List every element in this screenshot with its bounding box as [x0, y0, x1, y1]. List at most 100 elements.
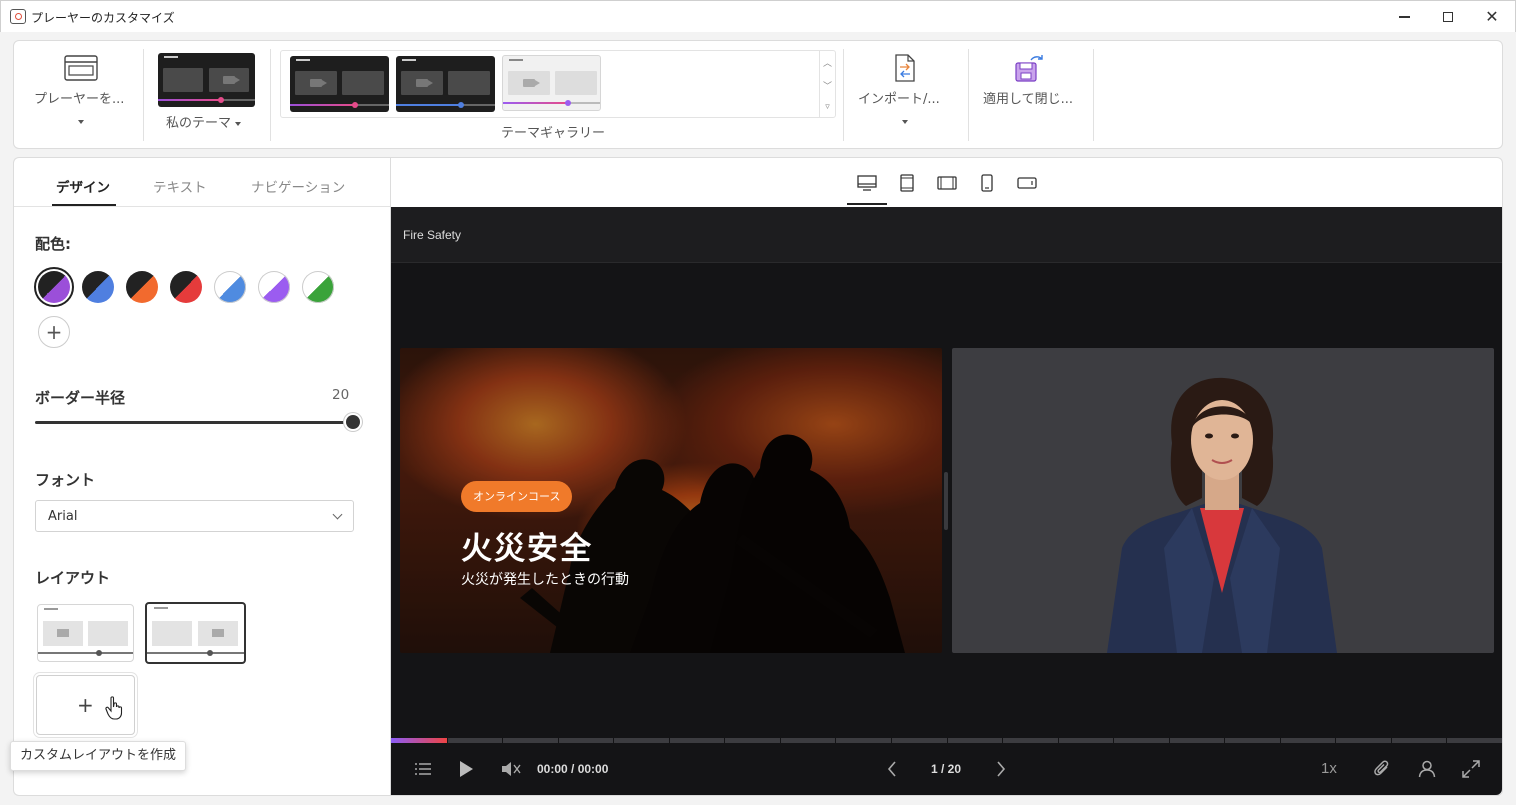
gallery-scrollbar[interactable]: ︿ ﹀ ▿	[819, 51, 835, 117]
maximize-button[interactable]	[1425, 1, 1471, 33]
active-tab-indicator	[52, 204, 116, 206]
menu-list-button[interactable]	[413, 761, 433, 777]
apply-close-button[interactable]: 適用して閉じ...	[975, 41, 1093, 148]
active-device-indicator	[847, 203, 887, 205]
presenter-image	[1107, 377, 1337, 653]
font-title: フォント	[35, 471, 96, 489]
player-button-label: プレーヤーを...	[34, 92, 125, 107]
presenter-info-button[interactable]	[1416, 758, 1438, 780]
playback-speed-button[interactable]: 1x	[1321, 760, 1337, 777]
color-scheme-title: 配色:	[35, 235, 71, 253]
slide-subtitle: 火災が発生したときの行動	[461, 572, 629, 588]
video-camera-icon	[212, 629, 224, 637]
window-title: プレーヤーのカスタマイズ	[31, 11, 175, 25]
online-course-badge: オンラインコース	[461, 481, 573, 512]
gallery-theme-3[interactable]	[502, 55, 601, 111]
presenter-video	[952, 348, 1494, 653]
plus-icon: +	[45, 320, 63, 344]
play-button[interactable]	[457, 760, 475, 778]
tab-navigation[interactable]: ナビゲーション	[251, 176, 345, 196]
ribbon-separator	[1093, 49, 1094, 141]
ribbon-separator	[270, 49, 271, 141]
volume-icon	[502, 762, 521, 776]
video-camera-icon	[416, 79, 433, 87]
color-scheme-swatch[interactable]	[214, 271, 246, 303]
expand-icon	[1462, 760, 1480, 778]
scroll-up-icon[interactable]: ︿	[823, 56, 832, 69]
next-slide-button[interactable]	[994, 760, 1008, 778]
expand-gallery-icon[interactable]: ▿	[825, 102, 830, 112]
layout-title: レイアウト	[35, 569, 111, 587]
tablet-landscape-preview-button[interactable]	[937, 174, 957, 192]
font-select[interactable]: Arial	[35, 500, 354, 532]
design-panel: デザイン テキスト ナビゲーション 配色: + ボーダー半径 20 フォント A…	[13, 157, 390, 796]
import-button[interactable]: インポート/...	[850, 41, 968, 148]
chevron-down-icon	[235, 121, 242, 126]
tablet-landscape-icon	[937, 176, 957, 190]
attachments-button[interactable]	[1371, 758, 1393, 780]
desktop-preview-button[interactable]	[857, 174, 877, 192]
chevron-down-icon	[78, 111, 84, 130]
chevron-right-icon	[997, 761, 1006, 777]
chevron-down-icon	[902, 111, 908, 130]
border-radius-slider-handle[interactable]	[346, 415, 360, 429]
scroll-down-icon[interactable]: ﹀	[823, 79, 832, 92]
tablet-portrait-preview-button[interactable]	[897, 174, 917, 192]
my-theme-button[interactable]: 私のテーマ	[150, 41, 270, 148]
border-radius-value: 20	[332, 387, 350, 403]
app-icon	[10, 9, 26, 24]
color-scheme-swatch[interactable]	[82, 271, 114, 303]
paperclip-icon	[1374, 760, 1389, 776]
color-scheme-swatch[interactable]	[258, 271, 290, 303]
window-titlebar: プレーヤーのカスタマイズ ✕	[0, 0, 1516, 32]
border-radius-title: ボーダー半径	[35, 389, 126, 407]
player-button[interactable]: プレーヤーを...	[22, 41, 142, 148]
minimize-button[interactable]	[1381, 1, 1427, 33]
gallery-theme-2[interactable]	[396, 56, 495, 112]
color-scheme-swatch[interactable]	[34, 267, 74, 307]
minimize-icon	[1398, 16, 1410, 18]
layout-option-video-right[interactable]	[145, 602, 246, 664]
color-scheme-swatch[interactable]	[126, 271, 158, 303]
video-camera-icon	[57, 629, 69, 637]
maximize-icon	[1443, 12, 1453, 22]
player-header: Fire Safety	[391, 207, 1502, 263]
phone-landscape-preview-button[interactable]	[1017, 174, 1037, 192]
font-select-value: Arial	[48, 509, 78, 524]
preview-area: Fire Safety オンラインコース 火災安全 火災が発生したときの行動 0…	[390, 157, 1503, 796]
import-button-label: インポート/...	[858, 92, 940, 107]
slide-canvas: オンラインコース 火災安全 火災が発生したときの行動	[400, 348, 942, 653]
phone-portrait-icon	[981, 174, 993, 192]
color-scheme-swatch[interactable]	[302, 271, 334, 303]
video-camera-icon	[523, 79, 540, 87]
layout-option-video-left[interactable]	[37, 604, 134, 662]
chevron-left-icon	[887, 761, 896, 777]
slide-title: 火災安全	[461, 531, 593, 567]
list-icon	[415, 763, 431, 775]
apply-close-label: 適用して閉じ...	[983, 92, 1074, 107]
close-button[interactable]: ✕	[1469, 1, 1515, 33]
tab-text[interactable]: テキスト	[153, 176, 207, 196]
phone-portrait-preview-button[interactable]	[977, 174, 997, 192]
color-scheme-swatch[interactable]	[170, 271, 202, 303]
player-preview: Fire Safety オンラインコース 火災安全 火災が発生したときの行動 0…	[391, 207, 1502, 795]
theme-gallery-label: テーマギャラリー	[501, 126, 606, 141]
create-custom-layout-button[interactable]: +	[36, 675, 135, 735]
my-theme-thumbnail	[158, 53, 255, 107]
video-camera-icon	[310, 79, 327, 87]
panel-tabs: デザイン テキスト ナビゲーション	[14, 158, 390, 207]
course-title: Fire Safety	[403, 228, 462, 242]
add-color-scheme-button[interactable]: +	[38, 316, 70, 348]
player-window-icon	[64, 55, 98, 81]
user-icon	[1418, 760, 1436, 778]
tab-design[interactable]: デザイン	[56, 176, 110, 196]
close-icon: ✕	[1485, 7, 1499, 26]
border-radius-slider[interactable]	[35, 421, 354, 424]
split-resize-handle[interactable]	[944, 472, 948, 530]
desktop-icon	[857, 175, 877, 191]
fullscreen-button[interactable]	[1460, 758, 1482, 780]
volume-button[interactable]	[500, 760, 522, 778]
ribbon-toolbar: プレーヤーを... 私のテーマ ︿ ﹀ ▿ テーマギャラリー インポート/...…	[13, 40, 1503, 149]
previous-slide-button[interactable]	[885, 760, 899, 778]
gallery-theme-1[interactable]	[290, 56, 389, 112]
